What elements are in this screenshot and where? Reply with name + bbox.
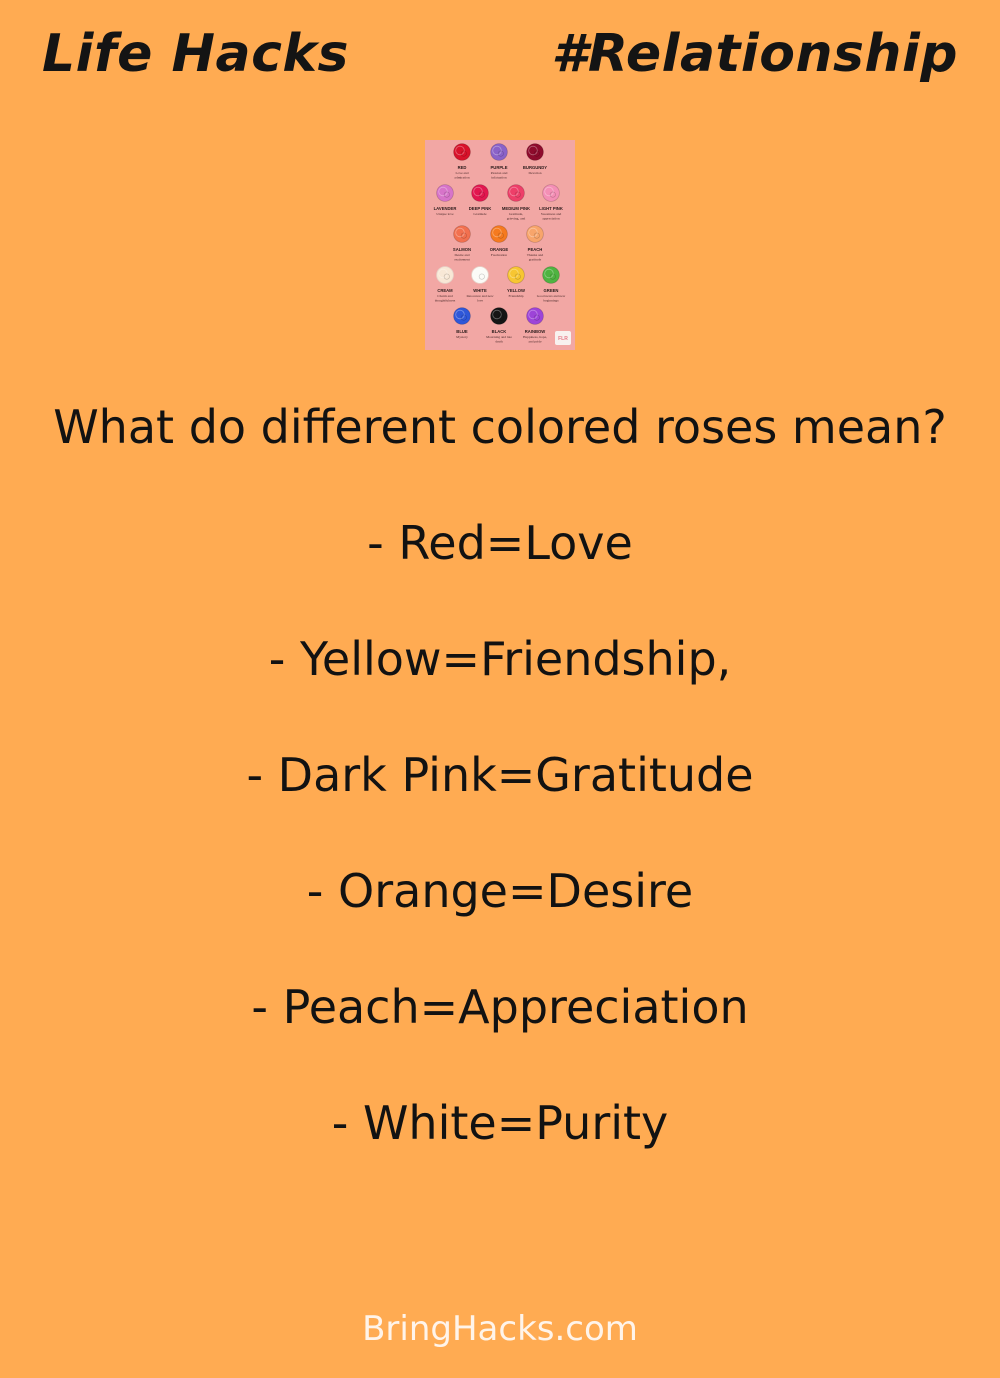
chart-logo-text: FLR (558, 336, 568, 342)
rose-meaning-label: thoughtfulness (435, 298, 456, 302)
meaning-dark-pink: - Dark Pink=Gratitude (246, 748, 754, 802)
rose-name-label: PEACH (528, 247, 543, 252)
rose-meaning-label: excitement (454, 257, 469, 261)
rose-name-label: ORANGE (490, 247, 509, 252)
rose-meaning-label: Fascination (491, 253, 507, 257)
rose-meaning-label: Friendship (509, 294, 524, 298)
bringhacks-link[interactable]: BringHacks.com (0, 1306, 1000, 1352)
rose-name-label: LIGHT PINK (539, 206, 563, 211)
rose-name-label: LAVENDER (434, 206, 457, 211)
rose-meaning-label: Devotion (528, 171, 541, 175)
rose-name-label: MEDIUM PINK (502, 206, 530, 211)
rose-name-label: PURPLE (491, 165, 508, 170)
rose-name-label: DEEP PINK (469, 206, 492, 211)
meaning-orange: - Orange=Desire (306, 864, 694, 918)
rose-meaning-label: Unique love (436, 212, 454, 216)
rose-name-label: WHITE (473, 288, 487, 293)
rose-meaning-label: Mystery (456, 335, 468, 339)
meaning-peach: - Peach=Appreciation (251, 980, 749, 1034)
meaning-red: - Red=Love (367, 516, 633, 570)
rose-meanings-graphic: REDLove andadmirationPURPLEPassion andin… (425, 140, 575, 350)
rose-meaning-label: appreciation (542, 216, 560, 220)
meaning-white: - White=Purity (331, 1096, 669, 1150)
main-content: What do different colored roses mean? - … (40, 398, 960, 1152)
life-hacks-title: Life Hacks (42, 24, 349, 84)
rose-name-label: RED (458, 165, 467, 170)
relationship-hashtag: #Relationship (551, 24, 958, 84)
rose-meaning-label: death (495, 339, 503, 343)
rose-name-label: CREAM (437, 288, 453, 293)
rose-meaning-label: and pride (528, 339, 542, 343)
rose-meaning-label: admiration (454, 175, 469, 179)
rose-meaning-list: - Red=Love - Yellow=Friendship, - Dark P… (40, 514, 960, 1152)
rose-meaning-label: beginnings (543, 298, 559, 302)
rose-name-label: GREEN (544, 288, 559, 293)
rose-meaning-label: gratitude (529, 257, 542, 261)
meaning-yellow: - Yellow=Friendship, (268, 632, 732, 686)
rose-name-label: SALMON (453, 247, 471, 252)
rose-question: What do different colored roses mean? (53, 400, 947, 454)
rose-meaning-label: love (477, 298, 483, 302)
rose-name-label: BLACK (492, 329, 507, 334)
rose-meaning-label: infatuation (491, 175, 506, 179)
rose-name-label: BLUE (456, 329, 468, 334)
rose-meaning-label: Gratitude (473, 212, 487, 216)
rose-name-label: YELLOW (507, 288, 525, 293)
rose-meanings-image: RED Love and admiration PURPLE Passion and in… (425, 140, 575, 350)
rose-name-label: RAINBOW (525, 329, 546, 334)
rose-name-label: BURGUNDY (523, 165, 547, 170)
